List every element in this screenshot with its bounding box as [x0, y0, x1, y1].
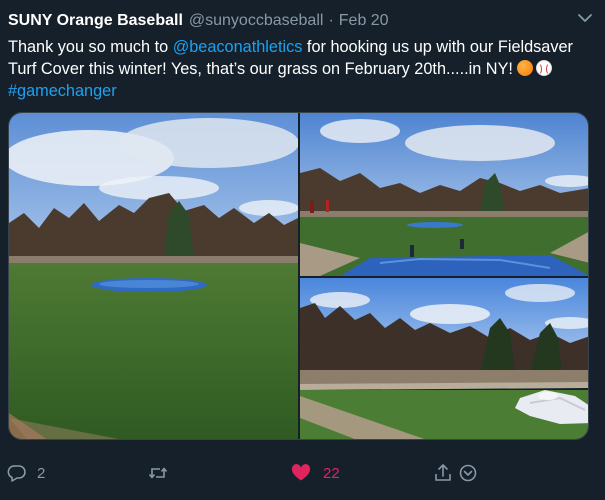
- chevron-down-icon[interactable]: [575, 8, 595, 28]
- photo-gallery: [8, 112, 589, 440]
- retweet-icon: [148, 467, 168, 479]
- tweet-text: Thank you so much to @beaconathletics fo…: [8, 36, 588, 102]
- retweet-button[interactable]: [148, 458, 168, 488]
- bookmark-button[interactable]: [458, 458, 478, 488]
- hashtag-link[interactable]: #gamechanger: [8, 82, 117, 100]
- share-icon: [435, 464, 451, 481]
- like-button[interactable]: 22: [291, 458, 340, 488]
- tweet-date[interactable]: Feb 20: [339, 12, 389, 30]
- like-count: 22: [323, 464, 340, 482]
- mention-link[interactable]: @beaconathletics: [173, 38, 303, 56]
- photo-2[interactable]: [300, 113, 588, 276]
- separator: ·: [328, 12, 334, 29]
- bookmark-icon: [459, 464, 477, 482]
- photo-1[interactable]: [9, 113, 298, 439]
- reply-count: 2: [37, 464, 46, 482]
- tweet-actions: 2 22: [0, 458, 605, 488]
- share-button[interactable]: [433, 458, 453, 488]
- author-handle[interactable]: @sunyoccbaseball: [189, 12, 324, 30]
- tweet-header: SUNY Orange Baseball @sunyoccbaseball · …: [8, 10, 597, 32]
- author-name[interactable]: SUNY Orange Baseball: [8, 12, 183, 30]
- tweet-text-part1: Thank you so much to: [8, 38, 173, 56]
- baseball-emoji-icon: [536, 60, 553, 76]
- heart-icon: [291, 464, 311, 481]
- reply-button[interactable]: 2: [7, 458, 45, 488]
- reply-icon: [7, 465, 26, 482]
- orange-emoji-icon: [517, 60, 534, 76]
- photo-3[interactable]: [300, 278, 588, 439]
